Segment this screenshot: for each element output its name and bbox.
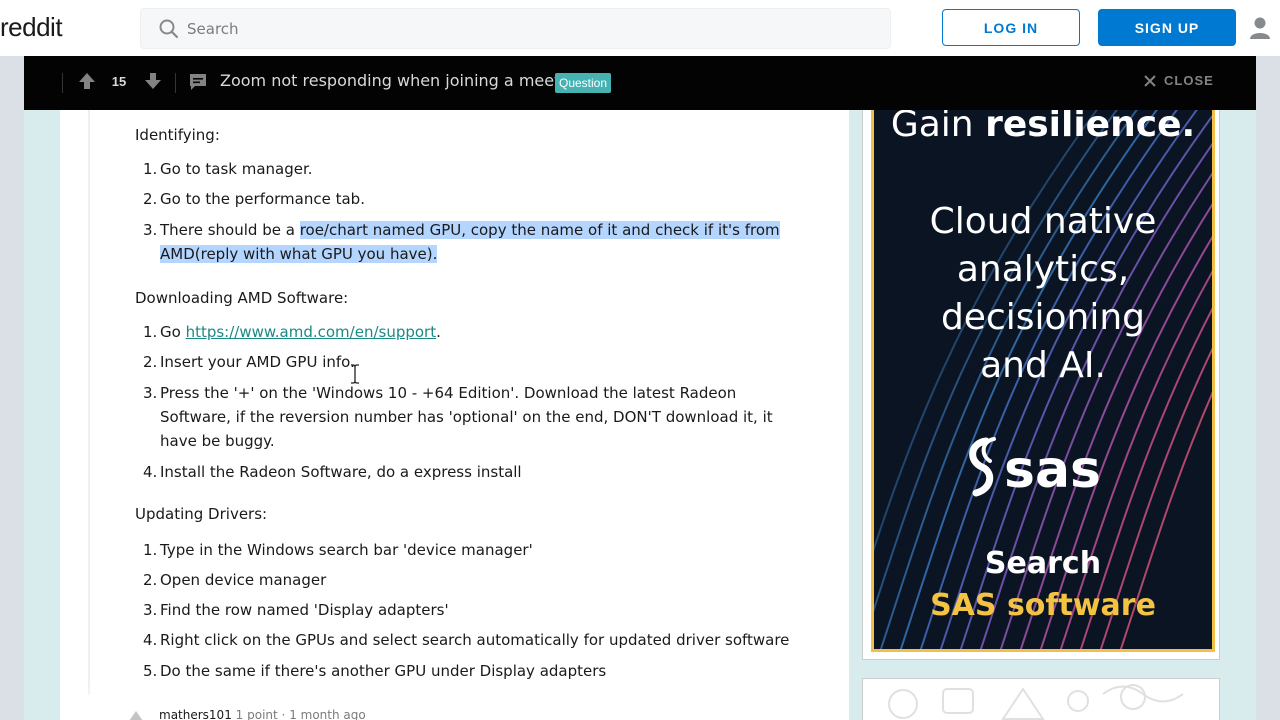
list-item: 1. Go to task manager. bbox=[143, 157, 793, 181]
list-text: Install the Radeon Software, do a expres… bbox=[160, 463, 522, 481]
user-icon[interactable] bbox=[1249, 16, 1271, 40]
signup-button[interactable]: SIGN UP bbox=[1098, 9, 1236, 46]
list-item: 1. Type in the Windows search bar 'devic… bbox=[143, 538, 793, 562]
text-suffix: . bbox=[436, 323, 441, 341]
list-text: Right click on the GPUs and select searc… bbox=[160, 631, 790, 649]
comment-author[interactable]: mathers101 bbox=[159, 708, 232, 720]
top-header: reddit LOG IN SIGN UP bbox=[0, 0, 1280, 56]
ad-headline-light: Gain bbox=[890, 110, 986, 145]
sas-logo-text: sas bbox=[1004, 440, 1101, 499]
list-number: 2. bbox=[143, 353, 158, 371]
next-comment-meta: mathers101 1 point · 1 month ago bbox=[159, 708, 366, 720]
search-icon bbox=[159, 19, 179, 39]
heading-identifying: Identifying: bbox=[135, 126, 220, 144]
list-text: Go to task manager. bbox=[160, 160, 313, 178]
login-button[interactable]: LOG IN bbox=[942, 9, 1080, 46]
list-text: Type in the Windows search bar 'device m… bbox=[160, 541, 533, 559]
list-item: 2. Go to the performance tab. bbox=[143, 187, 793, 211]
sas-logo-icon: sas bbox=[969, 437, 1101, 499]
ad-tagline-line: decisioning bbox=[940, 297, 1146, 338]
list-item: 4. Right click on the GPUs and select se… bbox=[143, 628, 793, 652]
list-number: 2. bbox=[143, 571, 158, 589]
close-icon bbox=[1144, 74, 1156, 87]
doodle-pattern bbox=[888, 684, 1184, 720]
ad-cta-search: Search bbox=[984, 546, 1102, 581]
list-number: 1. bbox=[143, 160, 158, 178]
list-item: 3. Press the '+' on the 'Windows 10 - +6… bbox=[143, 381, 793, 453]
sas-advertisement[interactable]: Gain resilience. Cloud native analytics,… bbox=[871, 110, 1215, 652]
vote-score: 15 bbox=[111, 74, 127, 89]
ad-tagline-line: analytics, bbox=[956, 249, 1130, 290]
meta-separator: · bbox=[281, 708, 286, 720]
second-advertisement[interactable] bbox=[862, 678, 1220, 720]
ad-tagline: Cloud native analytics, decisioning and … bbox=[874, 198, 1212, 390]
list-item: 2. Insert your AMD GPU info. bbox=[143, 350, 793, 374]
list-number: 4. bbox=[143, 463, 158, 481]
ad-tagline-line: and AI. bbox=[980, 345, 1106, 386]
list-text: Find the row named 'Display adapters' bbox=[160, 601, 449, 619]
upvote-arrow-icon[interactable] bbox=[78, 72, 96, 90]
post-title[interactable]: Zoom not responding when joining a meeti… bbox=[220, 71, 585, 90]
list-item: 1. Go https://www.amd.com/en/support. bbox=[143, 320, 793, 344]
ad-headline: Gain resilience. bbox=[874, 110, 1212, 145]
list-number: 3. bbox=[143, 601, 158, 619]
list-item: 4. Install the Radeon Software, do a exp… bbox=[143, 460, 793, 484]
list-text: Open device manager bbox=[160, 571, 327, 589]
close-button[interactable]: CLOSE bbox=[1144, 73, 1214, 88]
ad-tagline-line: Cloud native bbox=[929, 201, 1157, 242]
plain-text: There should be a bbox=[160, 221, 300, 239]
list-number: 4. bbox=[143, 631, 158, 649]
post-flair[interactable]: Question bbox=[555, 73, 612, 93]
list-item: 3. There should be a roe/chart named GPU… bbox=[143, 218, 793, 266]
post-overlay-bar: 15 Zoom not responding when joining a me… bbox=[24, 56, 1256, 110]
list-text: There should be a roe/chart named GPU, c… bbox=[160, 218, 793, 266]
list-text: Go https://www.amd.com/en/support. bbox=[160, 320, 793, 344]
search-bar[interactable] bbox=[140, 8, 891, 49]
comment-icon bbox=[190, 74, 206, 90]
ad-cta-brand: SAS software bbox=[930, 588, 1156, 623]
ad-headline-bold: resilience. bbox=[985, 110, 1196, 145]
list-text: Insert your AMD GPU info. bbox=[160, 353, 355, 371]
divider bbox=[62, 73, 63, 93]
list-text: Press the '+' on the 'Windows 10 - +64 E… bbox=[160, 384, 773, 450]
list-number: 3. bbox=[143, 384, 158, 402]
list-number: 2. bbox=[143, 190, 158, 208]
comment-points: 1 point bbox=[235, 708, 278, 720]
text-prefix: Go bbox=[160, 323, 186, 341]
list-number: 1. bbox=[143, 323, 158, 341]
text-cursor-icon bbox=[351, 364, 359, 384]
heading-downloading: Downloading AMD Software: bbox=[135, 289, 349, 307]
divider bbox=[175, 73, 176, 93]
comment-age[interactable]: 1 month ago bbox=[289, 708, 366, 720]
upvote-arrow-icon[interactable] bbox=[128, 710, 144, 720]
close-label: CLOSE bbox=[1164, 73, 1214, 88]
downvote-arrow-icon[interactable] bbox=[144, 72, 162, 90]
search-input[interactable] bbox=[187, 9, 877, 48]
amd-support-link[interactable]: https://www.amd.com/en/support bbox=[186, 323, 437, 341]
list-text: Go to the performance tab. bbox=[160, 190, 365, 208]
list-number: 1. bbox=[143, 541, 158, 559]
list-item: 2. Open device manager bbox=[143, 568, 793, 592]
heading-updating: Updating Drivers: bbox=[135, 505, 268, 523]
list-number: 3. bbox=[143, 221, 158, 239]
comment-thread-line[interactable] bbox=[88, 110, 90, 695]
reddit-logo[interactable]: reddit bbox=[0, 12, 63, 43]
list-item: 3. Find the row named 'Display adapters' bbox=[143, 598, 793, 622]
